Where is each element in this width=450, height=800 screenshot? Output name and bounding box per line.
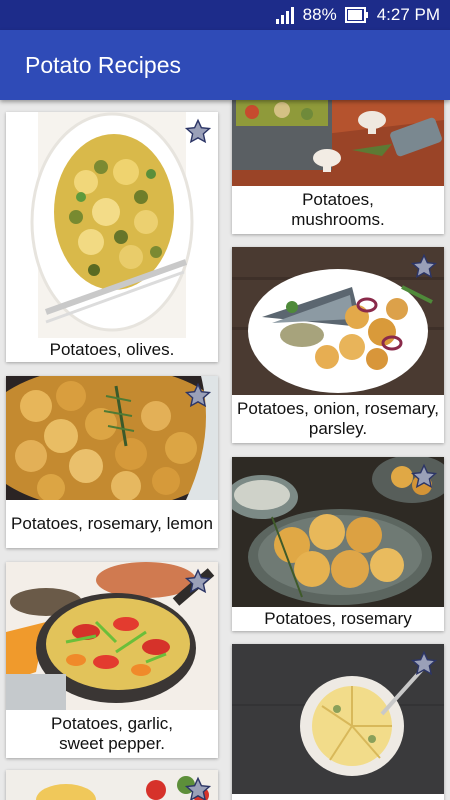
recipe-card-partial[interactable]	[6, 770, 218, 800]
app-title: Potato Recipes	[25, 51, 181, 78]
recipe-caption: Potatoes, mushrooms.	[232, 186, 444, 234]
recipe-card-olives[interactable]: Potatoes, olives.	[6, 112, 218, 362]
battery-icon	[344, 7, 369, 23]
recipe-caption: Potatoes, garlic, sweet pepper.	[6, 710, 218, 758]
star-icon[interactable]	[184, 568, 212, 596]
recipe-card-rosemary[interactable]: Potatoes, rosemary	[232, 457, 444, 631]
recipe-grid[interactable]: Potatoes, olives. Potatoes, mushrooms. P…	[0, 100, 450, 800]
clock: 4:27 PM	[376, 5, 440, 24]
star-icon[interactable]	[184, 776, 212, 800]
recipe-card-omelette[interactable]	[232, 644, 444, 800]
star-icon[interactable]	[184, 382, 212, 410]
recipe-caption	[232, 794, 444, 800]
star-icon[interactable]	[410, 463, 438, 491]
recipe-card-garlic-sweet-pepper[interactable]: Potatoes, garlic, sweet pepper.	[6, 562, 218, 758]
recipe-card-mushrooms[interactable]: Potatoes, mushrooms.	[232, 100, 444, 234]
recipe-card-rosemary-lemon[interactable]: Potatoes, rosemary, lemon	[6, 376, 218, 548]
recipe-card-onion-rosemary-parsley[interactable]: Potatoes, onion, rosemary, parsley.	[232, 247, 444, 443]
recipe-photo	[232, 100, 444, 186]
star-icon[interactable]	[184, 118, 212, 146]
app-bar: Potato Recipes	[0, 30, 450, 100]
recipe-caption: Potatoes, rosemary, lemon	[6, 500, 218, 548]
signal-icon	[275, 6, 295, 24]
recipe-caption: Potatoes, olives.	[6, 338, 218, 362]
battery-percent: 88%	[302, 5, 337, 24]
status-bar: 88% 4:27 PM	[0, 0, 450, 30]
star-icon[interactable]	[410, 253, 438, 281]
recipe-caption: Potatoes, rosemary	[232, 607, 444, 631]
star-icon[interactable]	[410, 650, 438, 678]
recipe-caption: Potatoes, onion, rosemary, parsley.	[232, 395, 444, 443]
